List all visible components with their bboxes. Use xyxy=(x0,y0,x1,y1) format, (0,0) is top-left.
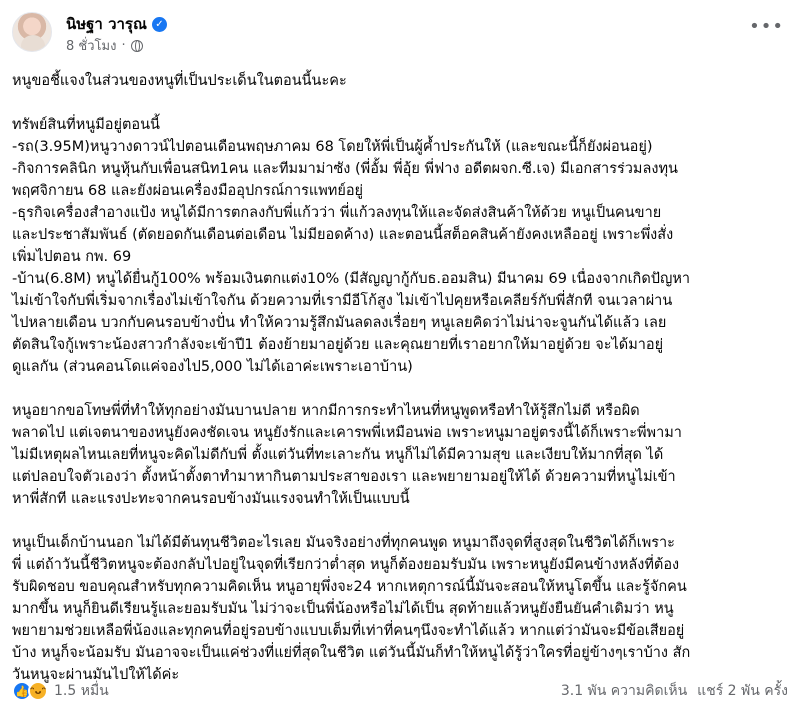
post-intro: หนูขอชี้แจงในส่วนของหนูที่เป็นประเด็นในต… xyxy=(12,73,347,89)
share-count[interactable]: แชร์ 2 พัน ครั้ง xyxy=(697,680,788,702)
reaction-count: 1.5 หมื่น xyxy=(54,683,109,699)
post-line: แต่ปลอบใจตัวเองว่า ตั้งหน้าตั้งตาทำมาหาก… xyxy=(12,469,676,485)
assets-paragraph: ทรัพย์สินที่หนูมีอยู่ตอนนี้ -รถ(3.95M)หนู… xyxy=(12,114,788,378)
author-name[interactable]: นิษฐา วารุณ xyxy=(66,12,147,36)
post-line: หาพี่สักที และแรงปะทะจากคนรอบข้างมันแรงจ… xyxy=(12,491,410,507)
post-line: -กิจการคลินิก หนูหุ้นกับเพื่อนสนิท1คน แล… xyxy=(12,161,678,177)
post-line: รับผิดชอบ ขอบคุณสำหรับทุกความคิดเห็น หนู… xyxy=(12,579,687,595)
post-line: เพิ่มไปตอน กพ. 69 xyxy=(12,249,132,265)
post-line: ตัดสินใจกู้เพราะน้องสาวกำลังจะเข้าปี1 ต้… xyxy=(12,337,664,353)
post-time[interactable]: 8 ชั่วโมง xyxy=(66,35,116,56)
post-line: พี่ แต่ถ้าวันนี้ชีวิตหนูจะต้องกลับไปอยู่… xyxy=(12,557,680,573)
post-line: พลาดไป แต่เจตนาของหนูยังคงชัดเจน หนูยังร… xyxy=(12,425,682,441)
verified-badge-icon: ✓ xyxy=(151,16,167,32)
post-line: -รถ(3.95M)หนูวางดาวน์ไปตอนเดือนพฤษภาคม 6… xyxy=(12,139,653,155)
reactions-summary[interactable]: 👍 ᵔᴗᵔ 1.5 หมื่น xyxy=(12,680,109,702)
post-line: -บ้าน(6.8M) หนูได้ยื่นกู้100% พร้อมเงินต… xyxy=(12,271,691,287)
engagement-stats: 3.1 พัน ความคิดเห็น แชร์ 2 พัน ครั้ง xyxy=(561,680,788,702)
post-line: ไม่มีเหตุผลไหนเลยที่หนูจะคิดไม่ดีกับพี่ … xyxy=(12,447,664,463)
avatar[interactable] xyxy=(12,12,52,52)
post-line: ไม่เข้าใจกับพี่เริ่มจากเรื่องไม่เข้าใจกั… xyxy=(12,293,673,309)
post-line: หนูอยากขอโทษพี่ที่ทำให้ทุกอย่างมันบานปลา… xyxy=(12,403,640,419)
more-options-icon[interactable]: ••• xyxy=(749,18,784,36)
post-line: หนูเป็นเด็กบ้านนอก ไม่ได้มีต้นทุนชีวิตอะ… xyxy=(12,535,675,551)
post-line: มากขึ้น หนูก็ยินดีเรียนรู้และยอมรับมัน ไ… xyxy=(12,601,674,617)
post-line: และประชาสัมพันธ์ (ตัดยอดกันเดือนต่อเดือน… xyxy=(12,227,674,243)
haha-reaction-icon: ᵔᴗᵔ xyxy=(28,681,48,701)
post-line: ดูแลกัน (ส่วนคอนโดแค่จองไป5,000 ไม่ได้เอ… xyxy=(12,359,413,375)
comment-count[interactable]: 3.1 พัน ความคิดเห็น xyxy=(561,680,687,702)
globe-icon xyxy=(130,39,143,52)
post-line: พยายามช่วยเหลือพี่น้องและทุกคนที่อยู่รอบ… xyxy=(12,623,685,639)
post-body: หนูขอชี้แจงในส่วนของหนูที่เป็นประเด็นในต… xyxy=(12,70,788,686)
closing-paragraph: หนูเป็นเด็กบ้านนอก ไม่ได้มีต้นทุนชีวิตอะ… xyxy=(12,532,788,686)
post-line: ไปหลายเดือน บวกกับคนรอบข้างปั่น ทำให้ควา… xyxy=(12,315,667,331)
author-row: นิษฐา วารุณ ✓ xyxy=(66,12,167,36)
post-meta: 8 ชั่วโมง · xyxy=(66,35,143,56)
post-line: ทรัพย์สินที่หนูมีอยู่ตอนนี้ xyxy=(12,117,160,133)
post-line: พฤศจิกายน 68 และยังผ่อนเครื่องมืออุปกรณ์… xyxy=(12,183,364,199)
post-line: -ธุรกิจเครื่องสำอางแป้ง หนูได้มีการตกลงก… xyxy=(12,205,662,221)
post-line: บ้าง หนูก็จะน้อมรับ มันอาจจะเป็นแค่ช่วงท… xyxy=(12,645,691,661)
post-header: นิษฐา วารุณ ✓ 8 ชั่วโมง · ••• xyxy=(12,8,788,56)
apology-paragraph: หนูอยากขอโทษพี่ที่ทำให้ทุกอย่างมันบานปลา… xyxy=(12,400,788,510)
